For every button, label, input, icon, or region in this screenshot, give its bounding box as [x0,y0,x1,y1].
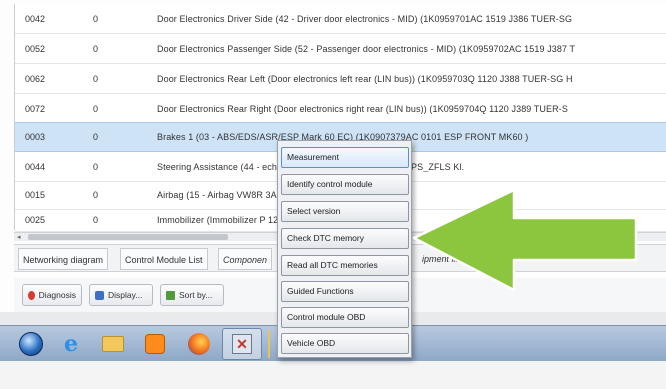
module-address: 0072 [25,103,46,114]
diagnosis-label: Diagnosis [38,290,76,300]
desktop-bottom [0,361,666,389]
diagnosis-button[interactable]: Diagnosis [22,284,82,306]
menu-item-identify-control-module[interactable]: Identify control module [281,174,409,195]
table-row[interactable]: 0072 0 Door Electronics Rear Right (Door… [15,94,666,124]
module-address: 0052 [25,43,46,54]
sort-label: Sort by... [179,290,213,300]
tab-components[interactable]: Componen [218,248,273,270]
module-description: Door Electronics Passenger Side (52 - Pa… [157,43,576,54]
internet-explorer-icon[interactable]: e [58,331,84,357]
menu-item-measurement[interactable]: Measurement [281,147,409,168]
menu-item-check-dtc-memory[interactable]: Check DTC memory [281,228,409,249]
diagnosis-icon [28,290,35,300]
display-button[interactable]: Display... [89,284,153,306]
vas-diagnostic-icon[interactable]: ✕ [229,331,255,357]
menu-item-control-module-obd[interactable]: Control module OBD [281,307,409,328]
module-description: Door Electronics Rear Left (Door electro… [157,73,573,84]
pointer-arrow-icon [412,188,638,292]
sort-button[interactable]: Sort by... [160,284,224,306]
table-row[interactable]: 0052 0 Door Electronics Passenger Side (… [15,34,666,64]
module-address: 0003 [25,132,46,142]
scroll-left-icon[interactable]: ◂ [17,233,21,241]
menu-item-read-all-dtc-memories[interactable]: Read all DTC memories [281,255,409,276]
fault-count: 0 [93,73,99,84]
fault-count: 0 [93,43,99,54]
tab-control-module-list[interactable]: Control Module List [120,248,208,270]
fault-count: 0 [93,189,99,200]
sort-icon [166,290,175,300]
fault-count: 0 [93,132,99,142]
menu-item-guided-functions[interactable]: Guided Functions [281,281,409,302]
media-player-icon[interactable] [142,331,168,357]
module-address: 0044 [25,161,46,172]
context-menu: Measurement Identify control module Sele… [277,140,412,358]
diagnostic-window: 0042 0 Door Electronics Driver Side (42 … [0,0,666,389]
tab-networking-diagram[interactable]: Networking diagram [18,248,109,270]
firefox-icon[interactable] [186,331,212,357]
module-address: 0025 [25,214,46,225]
fault-count: 0 [93,161,99,172]
display-icon [95,290,104,300]
table-row[interactable]: 0062 0 Door Electronics Rear Left (Door … [15,64,666,94]
fault-count: 0 [93,214,99,225]
fault-count: 0 [93,103,99,114]
menu-item-select-version[interactable]: Select version [281,201,409,222]
module-address: 0015 [25,189,46,200]
module-address: 0042 [25,13,46,24]
fault-count: 0 [93,13,99,24]
folder-icon[interactable] [100,331,126,357]
module-description: Door Electronics Driver Side (42 - Drive… [157,13,573,24]
menu-item-vehicle-obd[interactable]: Vehicle OBD [281,333,409,354]
module-description: Door Electronics Rear Right (Door electr… [157,103,568,114]
table-row[interactable]: 0042 0 Door Electronics Driver Side (42 … [15,4,666,34]
taskbar-separator [268,330,270,358]
display-label: Display... [108,290,143,300]
scrollbar-thumb[interactable] [28,234,228,240]
module-address: 0062 [25,73,46,84]
windows-start-icon[interactable] [18,331,44,357]
